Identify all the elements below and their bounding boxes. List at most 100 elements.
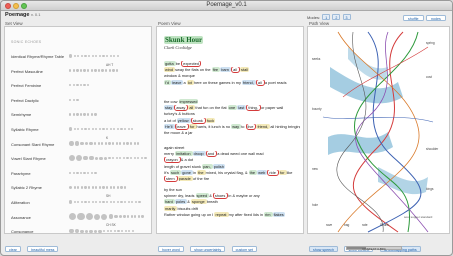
poem-word[interactable]: flag, bbox=[237, 170, 245, 175]
poem-word[interactable]: paper bbox=[266, 105, 277, 110]
set-dot[interactable] bbox=[95, 200, 98, 204]
poem-word[interactable]: for bbox=[278, 169, 287, 175]
path-node-label[interactable]: bounty bbox=[312, 107, 322, 111]
set-dot[interactable] bbox=[97, 69, 101, 72]
set-dot[interactable] bbox=[84, 186, 87, 189]
poem-word[interactable]: barn bbox=[220, 67, 232, 73]
poem-word[interactable]: way bbox=[231, 123, 242, 129]
set-dot[interactable] bbox=[101, 213, 108, 220]
poem-word[interactable]: harris, bbox=[197, 124, 209, 129]
poem-word[interactable]: leave bbox=[171, 79, 184, 85]
poem-word[interactable]: length bbox=[164, 164, 176, 169]
path-node-label[interactable]: seeks bbox=[312, 57, 320, 61]
shuffle-button[interactable]: shuffle bbox=[403, 15, 424, 21]
set-dot[interactable] bbox=[98, 186, 102, 189]
set-dot[interactable] bbox=[84, 54, 87, 58]
poem-word[interactable]: hard bbox=[164, 199, 175, 205]
poem-word[interactable]: mixed, bbox=[206, 170, 219, 175]
poem-line[interactable]: Rather window going up on I repeat my af… bbox=[164, 211, 300, 218]
set-dot[interactable] bbox=[109, 200, 112, 204]
set-row[interactable]: Alliteration SH bbox=[11, 194, 149, 207]
poem-word[interactable]: biscuits bbox=[177, 206, 191, 211]
poem-word[interactable]: friend, bbox=[256, 123, 271, 129]
set-dot[interactable] bbox=[79, 171, 83, 174]
poem-word[interactable]: dead bbox=[220, 151, 230, 156]
set-dot[interactable] bbox=[76, 83, 79, 87]
poem-word[interactable]: like bbox=[287, 170, 293, 175]
set-dot[interactable] bbox=[72, 113, 75, 116]
set-dot[interactable] bbox=[140, 156, 144, 160]
set-dot[interactable] bbox=[133, 142, 136, 145]
poem-word[interactable]: games bbox=[219, 80, 232, 85]
set-dot[interactable] bbox=[123, 215, 126, 218]
poem-word[interactable]: mad bbox=[256, 151, 264, 156]
set-dot[interactable] bbox=[98, 54, 102, 58]
set-dot[interactable] bbox=[98, 229, 102, 233]
set-dot[interactable] bbox=[102, 229, 106, 233]
set-row-dots[interactable] bbox=[69, 66, 149, 76]
poem-word[interactable]: fuck bbox=[205, 117, 216, 123]
poem-word[interactable]: cow bbox=[171, 99, 179, 104]
mode-2-button[interactable]: 2 bbox=[332, 14, 341, 20]
set-dot[interactable] bbox=[116, 200, 120, 204]
set-dot[interactable] bbox=[90, 171, 93, 174]
set-dot[interactable] bbox=[76, 113, 79, 116]
set-dot[interactable] bbox=[93, 229, 98, 233]
poem-word[interactable]: fire bbox=[211, 67, 221, 73]
set-dot[interactable] bbox=[115, 69, 119, 72]
set-dot[interactable] bbox=[133, 156, 136, 160]
poem-word[interactable]: leads bbox=[185, 193, 195, 198]
poem-word[interactable]: fire bbox=[204, 176, 209, 181]
poem-word[interactable]: stunk bbox=[192, 164, 202, 169]
set-dot[interactable] bbox=[137, 156, 140, 160]
poem-word[interactable]: sway bbox=[175, 67, 185, 72]
path-node-label[interactable]: shoulder bbox=[426, 147, 438, 151]
set-dot[interactable] bbox=[101, 69, 104, 72]
path-node-label[interactable]: hole bbox=[312, 203, 318, 207]
poem-line[interactable]: I'd leave a lot here on these games in m… bbox=[164, 79, 300, 86]
set-row-dots[interactable] bbox=[69, 182, 149, 192]
set-dot[interactable] bbox=[84, 141, 89, 146]
path-node-label[interactable]: rave bbox=[326, 223, 332, 227]
set-dot[interactable] bbox=[69, 127, 73, 131]
poem-word[interactable]: gone bbox=[181, 169, 193, 175]
poem-word[interactable]: to bbox=[241, 124, 245, 129]
poem-word[interactable]: such bbox=[169, 169, 182, 175]
poem-word[interactable]: skunk bbox=[190, 117, 206, 124]
set-dot[interactable] bbox=[102, 127, 105, 131]
set-dot[interactable] bbox=[108, 214, 114, 219]
poem-word[interactable]: imitation bbox=[175, 151, 193, 157]
set-dot[interactable] bbox=[85, 212, 93, 221]
poem-word[interactable]: window bbox=[164, 73, 178, 78]
set-dot[interactable] bbox=[126, 156, 129, 160]
poem-word[interactable]: shoes bbox=[212, 193, 229, 200]
set-dot[interactable] bbox=[87, 69, 90, 72]
path-node-label[interactable]: new bbox=[312, 167, 318, 171]
set-dot[interactable] bbox=[120, 127, 123, 131]
set-dot[interactable] bbox=[105, 186, 109, 189]
set-dot[interactable] bbox=[114, 214, 118, 219]
set-dot[interactable] bbox=[79, 69, 83, 72]
set-dot[interactable] bbox=[91, 200, 94, 204]
poem-word[interactable]: expected bbox=[181, 61, 201, 67]
set-dot[interactable] bbox=[101, 142, 104, 145]
set-dot[interactable] bbox=[69, 141, 74, 146]
poem-word[interactable]: going bbox=[191, 212, 202, 217]
set-row[interactable]: Semirhyme bbox=[11, 109, 149, 119]
set-row[interactable]: Perfect Feminine bbox=[11, 80, 149, 90]
path-node-label[interactable]: bag bbox=[344, 223, 349, 227]
show-speech-button[interactable]: show speech bbox=[309, 246, 338, 252]
poem-word[interactable]: fixed bbox=[244, 212, 253, 217]
set-dot[interactable] bbox=[111, 156, 115, 160]
poem-word[interactable]: gravel bbox=[180, 164, 192, 169]
set-dot[interactable] bbox=[108, 156, 111, 160]
set-dot[interactable] bbox=[105, 127, 109, 131]
set-dot[interactable] bbox=[69, 155, 75, 162]
poem-word[interactable]: and bbox=[205, 151, 218, 158]
poem-word[interactable]: ride bbox=[267, 169, 279, 176]
set-dot[interactable] bbox=[116, 186, 120, 189]
poem-word[interactable]: flats bbox=[192, 67, 200, 72]
mode-1-button[interactable]: 1 bbox=[322, 14, 331, 20]
poem-word[interactable]: all bbox=[231, 67, 241, 74]
poem-word[interactable]: leave bbox=[174, 123, 189, 130]
